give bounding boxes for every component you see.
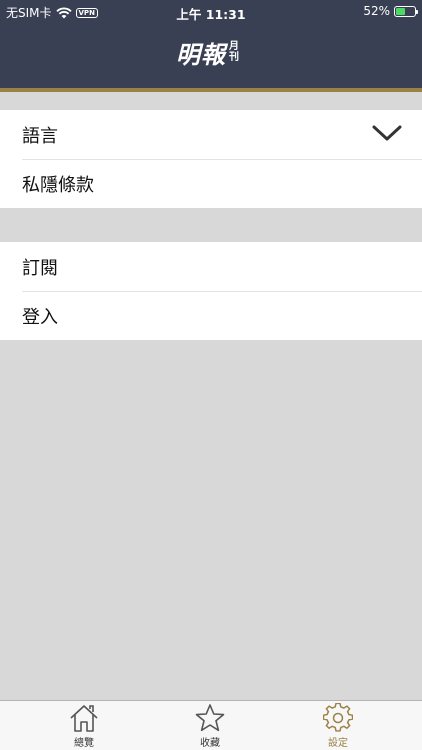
settings-row-subscribe[interactable]: 訂閱 — [0, 242, 422, 291]
tab-label: 收藏 — [200, 738, 220, 749]
settings-row-label: 私隱條款 — [22, 174, 94, 196]
tab-favorites[interactable]: 收藏 — [170, 703, 250, 749]
gear-icon — [323, 703, 353, 732]
home-icon — [70, 705, 98, 732]
settings-row-privacy[interactable]: 私隱條款 — [0, 159, 422, 208]
tab-label: 總覽 — [74, 738, 94, 749]
settings-row-label: 登入 — [22, 306, 58, 328]
logo-sub: 月 刊 — [229, 41, 239, 63]
star-icon — [195, 704, 225, 732]
battery-icon — [394, 5, 418, 17]
battery-level — [396, 7, 406, 15]
settings-group-1: 語言 私隱條款 — [0, 110, 422, 208]
app-logo: 明報 月 刊 — [176, 36, 239, 69]
tab-label: 設定 — [328, 738, 348, 749]
logo-sub-bottom: 刊 — [229, 52, 239, 63]
logo-main-text: 明報 — [176, 39, 226, 69]
battery-percent: 52% — [363, 4, 390, 18]
settings-row-login[interactable]: 登入 — [0, 291, 422, 340]
tab-settings[interactable]: 設定 — [298, 703, 378, 749]
tab-bar: 總覽 收藏 設定 — [0, 700, 422, 750]
settings-group-2: 訂閱 登入 — [0, 242, 422, 340]
settings-row-label: 訂閱 — [22, 257, 58, 279]
chevron-down-icon[interactable] — [372, 123, 402, 143]
settings-row-language[interactable]: 語言 — [0, 110, 422, 159]
status-bar: 无SIM卡 VPN 上午 11:31 52% — [0, 0, 422, 22]
status-time: 上午 11:31 — [176, 7, 246, 22]
logo-sub-top: 月 — [229, 41, 239, 52]
settings-row-label: 語言 — [22, 125, 58, 147]
status-right: 52% — [363, 4, 418, 18]
tab-overview[interactable]: 總覽 — [44, 703, 124, 749]
app-header: 无SIM卡 VPN 上午 11:31 52% 明報 月 刊 — [0, 0, 422, 92]
